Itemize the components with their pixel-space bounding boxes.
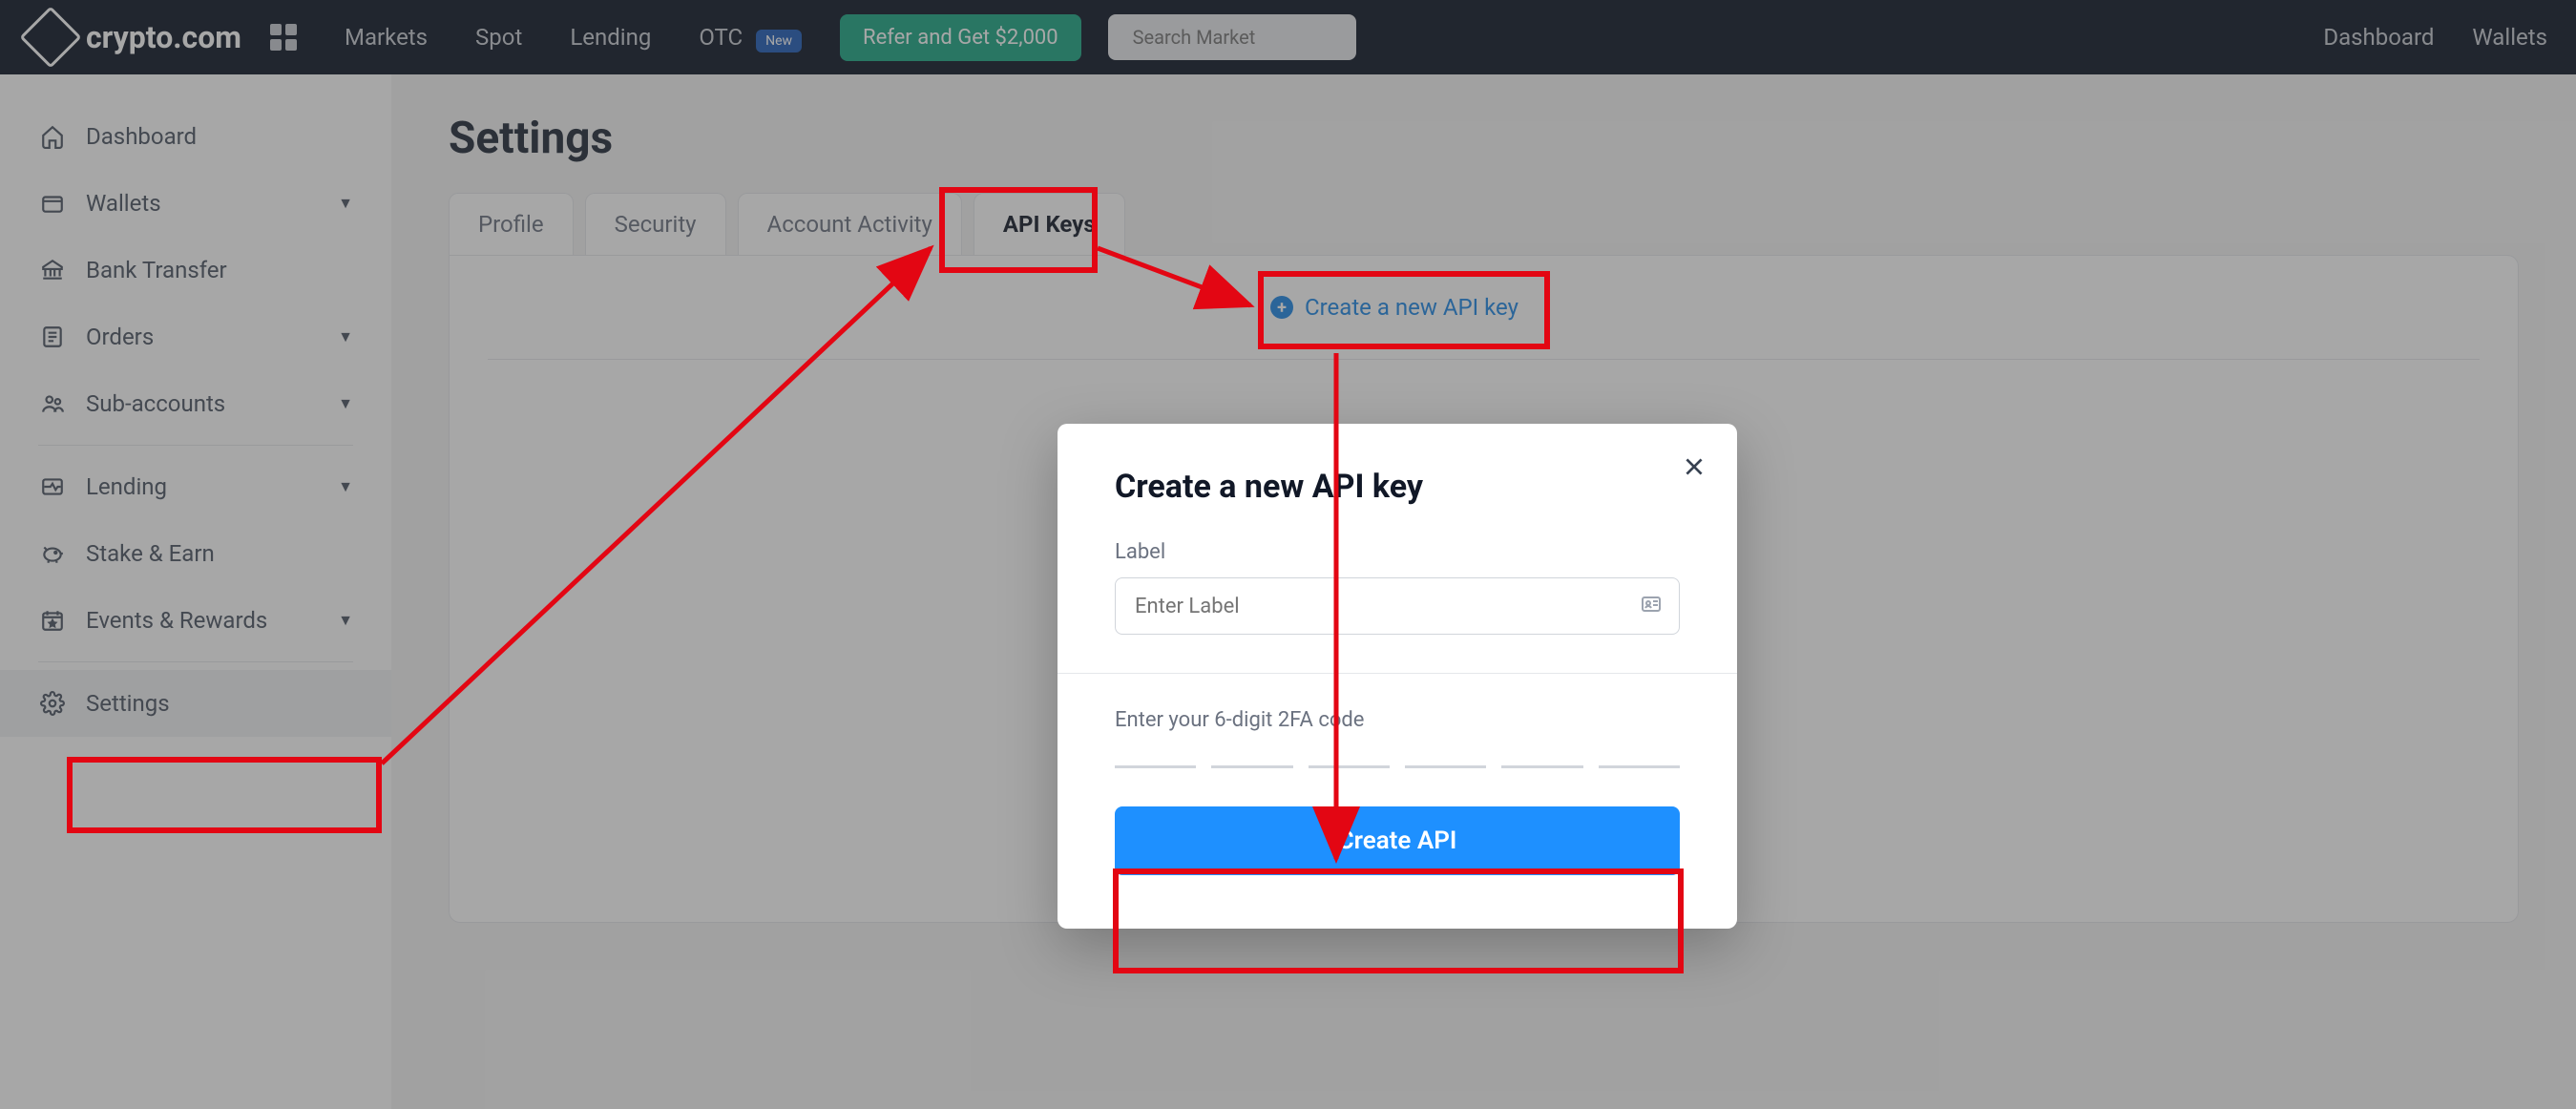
- nav-lending[interactable]: Lending: [570, 24, 651, 51]
- search-input[interactable]: [1133, 26, 1375, 49]
- sidebar-item-stake-earn[interactable]: Stake & Earn: [0, 520, 391, 587]
- users-icon: [38, 389, 67, 418]
- tab-profile[interactable]: Profile: [449, 193, 574, 255]
- sidebar-item-label: Lending: [86, 473, 167, 500]
- tab-api-keys[interactable]: API Keys: [974, 193, 1125, 255]
- brand-text: crypto.com: [86, 19, 241, 55]
- tfa-digit-1[interactable]: [1115, 761, 1196, 768]
- sidebar-item-label: Orders: [86, 324, 154, 350]
- modal-close-button[interactable]: [1682, 450, 1707, 487]
- panel-divider: [488, 359, 2480, 360]
- chevron-down-icon: ▼: [338, 394, 353, 413]
- label-field-label: Label: [1115, 540, 1680, 564]
- tfa-digit-4[interactable]: [1405, 761, 1486, 768]
- wallet-icon: [38, 189, 67, 218]
- sidebar-item-label: Stake & Earn: [86, 540, 215, 567]
- tfa-label: Enter your 6-digit 2FA code: [1115, 708, 1680, 732]
- sidebar-item-label: Settings: [86, 690, 170, 717]
- chevron-down-icon: ▼: [338, 611, 353, 630]
- apps-grid-icon[interactable]: [270, 24, 297, 51]
- nav-links: Markets Spot Lending OTC New: [345, 24, 802, 51]
- sidebar-item-orders[interactable]: Orders ▼: [0, 303, 391, 370]
- close-icon: [1682, 454, 1707, 479]
- tfa-digit-5[interactable]: [1501, 761, 1582, 768]
- chevron-down-icon: ▼: [338, 327, 353, 346]
- refer-button[interactable]: Refer and Get $2,000: [840, 14, 1081, 61]
- search-box[interactable]: [1108, 14, 1356, 60]
- label-field-wrap: [1115, 577, 1680, 635]
- sidebar-item-label: Bank Transfer: [86, 257, 227, 283]
- sidebar-item-label: Events & Rewards: [86, 607, 267, 634]
- tfa-digit-2[interactable]: [1211, 761, 1292, 768]
- tab-account-activity[interactable]: Account Activity: [738, 193, 962, 255]
- chevron-down-icon: ▼: [338, 194, 353, 213]
- sidebar-item-settings[interactable]: Settings: [0, 670, 391, 737]
- sidebar-separator: [38, 445, 353, 446]
- tfa-code-inputs[interactable]: [1115, 761, 1680, 768]
- top-nav: crypto.com Markets Spot Lending OTC New …: [0, 0, 2576, 74]
- nav-wallets[interactable]: Wallets: [2472, 24, 2547, 51]
- topnav-right: Dashboard Wallets: [2323, 24, 2547, 51]
- sidebar-separator: [38, 661, 353, 662]
- lending-icon: [38, 472, 67, 501]
- sidebar-item-subaccounts[interactable]: Sub-accounts ▼: [0, 370, 391, 437]
- gear-icon: [38, 689, 67, 718]
- piggy-icon: [38, 539, 67, 568]
- bank-icon: [38, 256, 67, 284]
- plus-circle-icon: +: [1270, 296, 1293, 319]
- brand-logo-icon: [19, 6, 81, 68]
- tab-security[interactable]: Security: [585, 193, 726, 255]
- new-badge: New: [756, 30, 802, 52]
- tfa-digit-3[interactable]: [1309, 761, 1390, 768]
- create-api-key-label: Create a new API key: [1305, 294, 1518, 321]
- label-input[interactable]: [1115, 577, 1680, 635]
- page-title: Settings: [449, 113, 2519, 164]
- tfa-digit-6[interactable]: [1599, 761, 1680, 768]
- settings-tabs: Profile Security Account Activity API Ke…: [449, 193, 2519, 255]
- sidebar-item-dashboard[interactable]: Dashboard: [0, 103, 391, 170]
- sidebar-item-events-rewards[interactable]: Events & Rewards ▼: [0, 587, 391, 654]
- nav-otc-label: OTC: [699, 24, 743, 51]
- brand[interactable]: crypto.com: [29, 15, 241, 59]
- nav-markets[interactable]: Markets: [345, 24, 428, 51]
- sidebar-item-label: Wallets: [86, 190, 161, 217]
- sidebar-item-wallets[interactable]: Wallets ▼: [0, 170, 391, 237]
- sidebar-item-label: Sub-accounts: [86, 390, 225, 417]
- calendar-star-icon: [38, 606, 67, 635]
- nav-spot[interactable]: Spot: [475, 24, 522, 51]
- create-api-key-link[interactable]: + Create a new API key: [1270, 294, 1518, 321]
- home-icon: [38, 122, 67, 151]
- modal-divider: [1058, 673, 1737, 674]
- create-api-key-modal: Create a new API key Label Enter your 6-…: [1058, 424, 1737, 929]
- chevron-down-icon: ▼: [338, 477, 353, 496]
- create-api-submit-button[interactable]: Create API: [1115, 806, 1680, 875]
- sidebar: Dashboard Wallets ▼ Bank Transfer Orders…: [0, 74, 391, 1109]
- sidebar-item-lending[interactable]: Lending ▼: [0, 453, 391, 520]
- nav-otc[interactable]: OTC New: [699, 24, 802, 51]
- sidebar-item-label: Dashboard: [86, 123, 197, 150]
- modal-title: Create a new API key: [1115, 468, 1680, 506]
- nav-dashboard[interactable]: Dashboard: [2323, 24, 2434, 51]
- sidebar-item-bank-transfer[interactable]: Bank Transfer: [0, 237, 391, 303]
- orders-icon: [38, 323, 67, 351]
- contact-card-icon: [1640, 593, 1663, 619]
